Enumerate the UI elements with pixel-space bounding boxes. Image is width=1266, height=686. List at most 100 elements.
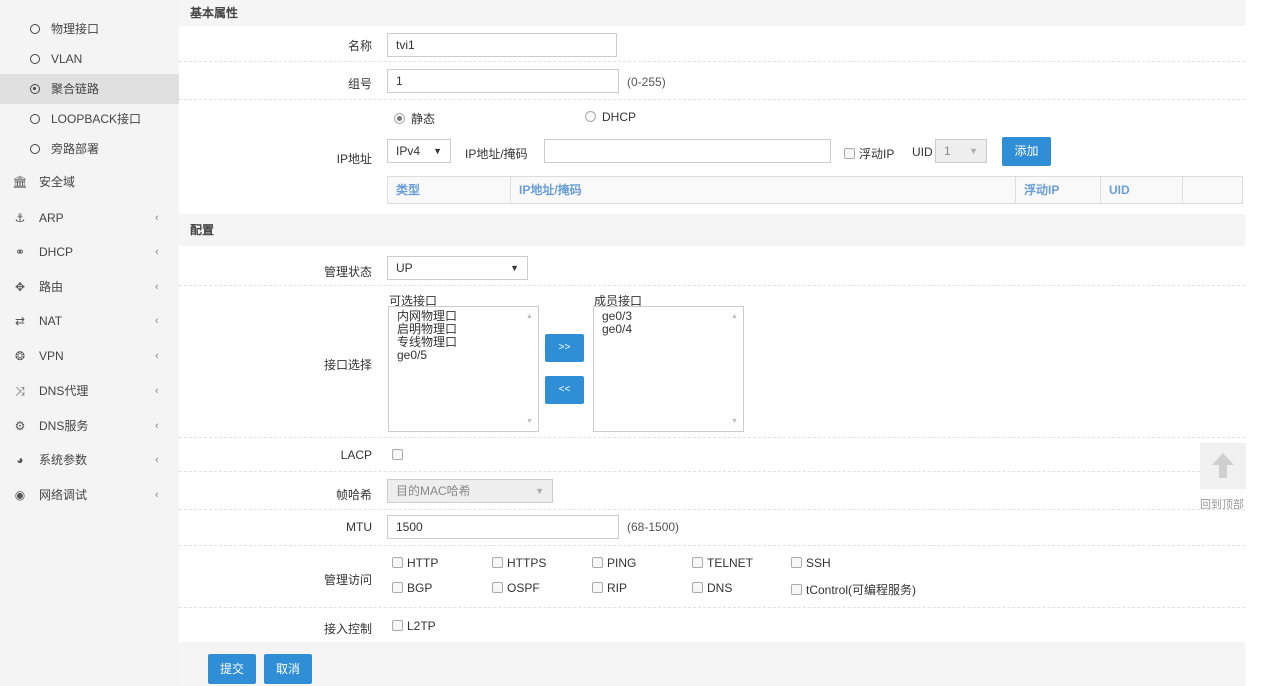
sidebar-subitem-label: VLAN [51,52,83,66]
mgmt-ospf-checkbox[interactable]: OSPF [492,581,540,595]
lacp-checkbox[interactable] [392,448,407,462]
hash-select[interactable]: 目的MAC哈希 ▼ [387,479,553,503]
anchor-icon: ⚓ [14,211,26,225]
sidebar-subitem-label: 旁路部署 [51,142,100,156]
mgmt-https-checkbox[interactable]: HTTPS [492,556,546,570]
mgmt-bgp-checkbox[interactable]: BGP [392,581,432,595]
sidebar-item-label: NAT [39,314,63,328]
mgmt-ssh-checkbox[interactable]: SSH [791,556,831,570]
ip-mask-input[interactable] [544,139,831,163]
sidebar-item-vpn[interactable]: ❂ VPN ‹ [0,338,179,374]
admin-state-value: UP [396,261,413,275]
member-option[interactable]: ge0/4 [594,323,743,336]
mgmt-dns-checkbox[interactable]: DNS [692,581,732,595]
float-ip-label: 浮动IP [859,147,895,161]
access-option-label: L2TP [407,619,436,633]
member-scrollbar[interactable]: ▲ ▼ [727,307,743,431]
row-access-control: 接入控制 L2TP [179,608,1245,642]
group-label: 组号 [347,77,372,91]
ip-mode-static[interactable]: 静态 [394,110,435,127]
available-scrollbar[interactable]: ▲ ▼ [522,307,538,431]
mgmt-option-label: SSH [806,556,831,570]
move-right-button[interactable]: >> [545,334,584,362]
sidebar-subitem-loopback[interactable]: LOOPBACK接口 [0,104,179,134]
mgmt-option-label: tControl(可编程服务) [806,583,917,597]
back-to-top-button[interactable] [1200,443,1246,489]
mgmt-option-label: OSPF [507,581,540,595]
sidebar-item-dns-service[interactable]: ⚙ DNS服务 ‹ [0,408,179,444]
iface-select-label: 接口选择 [323,358,372,372]
radio-checked-icon [394,113,405,124]
sidebar-item-security-zone[interactable]: 🏛 安全域 [0,164,179,200]
sidebar-item-dns-proxy[interactable]: ⤨ DNS代理 ‹ [0,373,179,409]
th-ip-mask: IP地址/掩码 [511,177,1016,203]
section-config-title: 配置 [179,214,1245,246]
submit-button[interactable]: 提交 [208,654,256,684]
mgmt-option-label: HTTPS [507,556,547,570]
row-interface-select: 可选接口 成员接口 接口选择 内网物理口 启明物理口 专线物理口 ge0/5 ▲… [179,286,1245,438]
sidebar-item-network-debug[interactable]: ◉ 网络调试 ‹ [0,477,179,513]
chevron-left-icon: ‹ [155,385,159,397]
radio-dot-icon [30,84,40,94]
th-uid: UID [1101,177,1183,203]
radio-circle-icon [30,144,40,154]
mgmt-http-checkbox[interactable]: HTTP [392,556,438,570]
mgmt-option-label: TELNET [707,556,754,570]
lacp-label: LACP [340,448,372,462]
sidebar-item-nat[interactable]: ⇄ NAT ‹ [0,303,179,339]
sidebar-subitem-aggregate[interactable]: 聚合链路 [0,74,179,104]
name-input[interactable]: tvi1 [387,33,617,57]
scroll-up-icon: ▲ [731,313,738,320]
admin-state-select[interactable]: UP ▼ [387,256,528,280]
checkbox-icon [392,557,403,568]
mtu-range-hint: (68-1500) [627,520,680,534]
ip-mode-dhcp[interactable]: DHCP [585,110,636,124]
ip-version-value: IPv4 [396,144,421,158]
sidebar-item-dhcp[interactable]: ⚭ DHCP ‹ [0,234,179,270]
mgmt-telnet-checkbox[interactable]: TELNET [692,556,753,570]
exchange-icon: ⇄ [14,314,26,328]
float-ip-checkbox[interactable]: 浮动IP [844,145,894,162]
checkbox-icon [791,557,802,568]
available-listbox[interactable]: 内网物理口 启明物理口 专线物理口 ge0/5 ▲ ▼ [388,306,539,432]
move-left-button[interactable]: << [545,376,584,404]
section-basic-title: 基本属性 [179,0,1245,26]
access-l2tp-checkbox[interactable]: L2TP [392,619,436,633]
mgmt-rip-checkbox[interactable]: RIP [592,581,627,595]
sidebar-subitem-vlan[interactable]: VLAN [0,44,179,74]
checkbox-icon [592,557,603,568]
checkbox-icon [492,582,503,593]
vpn-icon: ❂ [14,349,26,363]
ip-version-select[interactable]: IPv4 ▼ [387,139,451,163]
sidebar-item-label: DHCP [39,245,74,259]
back-to-top-label: 回到顶部 [1200,499,1244,511]
sidebar-item-system-params[interactable]: ◕ 系统参数 ‹ [0,442,179,478]
caret-down-icon: ▼ [433,146,442,156]
arrows-icon: ✥ [14,280,26,294]
chevron-left-icon: ‹ [155,454,159,466]
chevron-left-icon: ‹ [155,420,159,432]
chevron-left-icon: ‹ [155,281,159,293]
group-input[interactable]: 1 [387,69,619,93]
form-footer: 提交 取消 [179,642,1245,686]
sidebar-item-arp[interactable]: ⚓ ARP ‹ [0,200,179,236]
hash-value: 目的MAC哈希 [396,484,471,498]
member-listbox[interactable]: ge0/3 ge0/4 ▲ ▼ [593,306,744,432]
mgmt-ping-checkbox[interactable]: PING [592,556,636,570]
uid-select[interactable]: 1 ▼ [935,139,987,163]
add-button[interactable]: 添加 [1002,137,1051,166]
cancel-button[interactable]: 取消 [264,654,312,684]
available-option[interactable]: ge0/5 [389,349,538,362]
checkbox-icon [592,582,603,593]
ip-mask-label: IP地址/掩码 [465,147,528,161]
checkbox-icon [392,620,403,631]
shuffle-icon: ⤨ [15,384,25,398]
mtu-label: MTU [346,520,372,534]
checkbox-icon [844,148,855,159]
mtu-input[interactable]: 1500 [387,515,619,539]
sidebar-subitem-physical[interactable]: 物理接口 [0,14,179,44]
mgmt-option-label: HTTP [407,556,439,570]
sidebar-item-routing[interactable]: ✥ 路由 ‹ [0,269,179,305]
sidebar-subitem-bypass[interactable]: 旁路部署 [0,134,179,164]
mgmt-tcontrol-checkbox[interactable]: tControl(可编程服务) [791,581,916,598]
